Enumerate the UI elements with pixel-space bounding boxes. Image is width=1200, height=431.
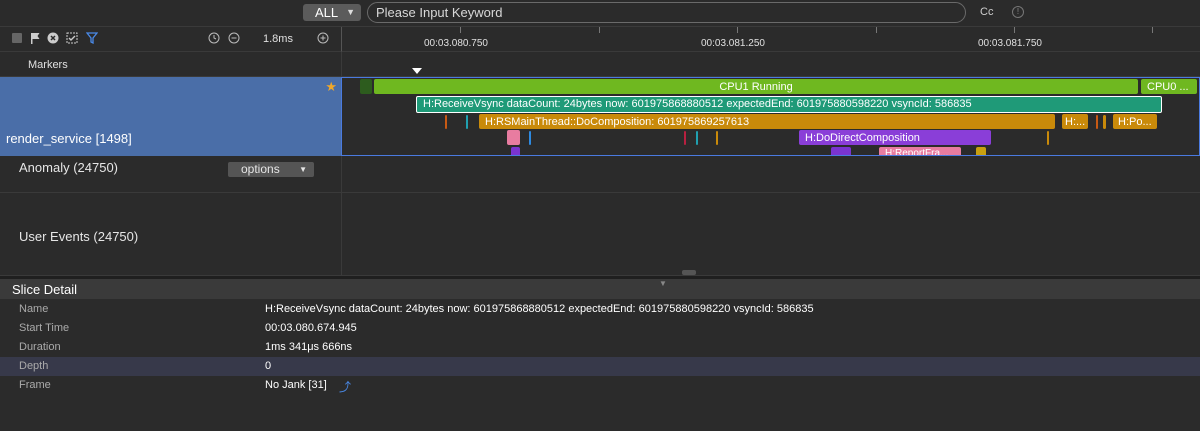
tiny-slice[interactable]	[1047, 131, 1049, 145]
detail-key: Frame	[19, 379, 51, 391]
ruler-tick	[737, 27, 738, 33]
tiny-slice[interactable]	[684, 131, 686, 145]
checkbox-icon[interactable]	[11, 32, 23, 44]
zoom-level: 1.8ms	[263, 33, 293, 45]
options-dropdown-label: options	[241, 162, 280, 176]
close-circle-icon[interactable]	[47, 32, 59, 44]
purple-slice[interactable]	[831, 147, 851, 155]
short-h-po-slice[interactable]: H:Po...	[1113, 114, 1157, 129]
process-track-area[interactable]: CPU1 Running CPU0 ... H:ReceiveVsync dat…	[341, 77, 1200, 156]
anomaly-row[interactable]: Anomaly (24750) options ▼	[0, 156, 1200, 193]
divider	[341, 193, 342, 275]
search-input[interactable]	[367, 2, 966, 23]
detail-value: 00:03.080.674.945	[265, 322, 357, 334]
star-icon[interactable]: ★	[325, 79, 337, 95]
frame-link[interactable]: No Jank [31]	[265, 379, 327, 391]
short-h-slice[interactable]: H:...	[1062, 114, 1088, 129]
detail-row-depth: Depth 0	[0, 357, 1200, 376]
detail-value: 0	[265, 360, 272, 372]
filter-select[interactable]: ALL ▼	[303, 4, 361, 21]
caret-down-icon: ▼	[299, 165, 307, 174]
tiny-slice[interactable]	[466, 115, 468, 129]
user-events-row[interactable]: User Events (24750)	[0, 193, 1200, 276]
detail-key: Depth	[19, 360, 49, 372]
ruler-tick	[460, 27, 461, 33]
pink-slice[interactable]	[507, 130, 520, 145]
divider	[341, 156, 342, 192]
flag-icon[interactable]	[29, 32, 41, 44]
tiny-slice[interactable]	[445, 115, 447, 129]
ruler-tick-label: 00:03.081.250	[701, 38, 765, 49]
tiny-slice[interactable]	[529, 131, 531, 145]
ruler-tick-label: 00:03.080.750	[424, 38, 488, 49]
time-ruler[interactable]: 00:03.080.750 00:03.081.250 00:03.081.75…	[341, 27, 1200, 52]
receive-vsync-slice[interactable]: H:ReceiveVsync dataCount: 24bytes now: 6…	[416, 96, 1162, 113]
detail-key: Start Time	[19, 322, 70, 334]
slice-detail-header: ▼ Slice Detail	[0, 279, 1200, 299]
case-sensitive-toggle[interactable]: Cc	[980, 6, 993, 18]
slice-detail-title: Slice Detail	[12, 282, 78, 297]
track-toolbar: 1.8ms	[0, 27, 341, 52]
marker-triangle-icon[interactable]	[412, 68, 422, 74]
process-track-name: render_service [1498]	[6, 131, 132, 146]
options-dropdown[interactable]: options ▼	[228, 162, 314, 177]
cpu-slice[interactable]	[360, 79, 372, 94]
process-track-header[interactable]: ★ render_service [1498]	[0, 77, 341, 156]
rs-main-thread-slice[interactable]: H:RSMainThread::DoComposition: 601975869…	[479, 114, 1055, 129]
filter-select-label: ALL	[315, 5, 339, 20]
ruler-tick	[1014, 27, 1015, 33]
tiny-slice[interactable]	[1096, 115, 1098, 129]
resize-handle[interactable]	[682, 270, 696, 275]
markers-row[interactable]: Markers	[0, 52, 1200, 77]
info-icon[interactable]: !	[1012, 6, 1024, 18]
zoom-in-icon[interactable]	[317, 32, 329, 44]
detail-row-start-time: Start Time 00:03.080.674.945	[0, 319, 1200, 338]
ruler-tick-label: 00:03.081.750	[978, 38, 1042, 49]
detail-row-name: Name H:ReceiveVsync dataCount: 24bytes n…	[0, 300, 1200, 319]
divider	[341, 52, 342, 76]
select-all-icon[interactable]	[66, 32, 78, 44]
detail-row-frame: Frame No Jank [31] ⤴	[0, 376, 1200, 395]
ruler-tick	[599, 27, 600, 33]
detail-value: H:ReceiveVsync dataCount: 24bytes now: 6…	[265, 303, 814, 315]
yellow-slice[interactable]	[976, 147, 986, 155]
ruler-tick	[876, 27, 877, 33]
jump-link-icon[interactable]: ⤴	[339, 378, 351, 395]
filter-icon[interactable]	[86, 32, 98, 44]
tiny-slice[interactable]	[1103, 115, 1106, 129]
tiny-slice[interactable]	[716, 131, 718, 145]
user-events-row-label: User Events (24750)	[19, 229, 139, 244]
zoom-out-icon[interactable]	[228, 32, 240, 44]
tiny-slice[interactable]	[696, 131, 698, 145]
caret-down-icon: ▼	[346, 7, 355, 17]
detail-key: Name	[19, 303, 49, 315]
cpu1-running-slice[interactable]: CPU1 Running	[374, 79, 1138, 94]
direct-composition-slice[interactable]: H:DoDirectComposition	[799, 130, 991, 145]
top-bar: ALL ▼ Cc !	[0, 0, 1200, 27]
history-icon[interactable]	[208, 32, 220, 44]
collapse-caret-icon[interactable]: ▼	[659, 279, 667, 288]
anomaly-row-label: Anomaly (24750)	[19, 160, 118, 175]
purple-slice[interactable]	[511, 147, 520, 155]
detail-key: Duration	[19, 341, 61, 353]
detail-row-duration: Duration 1ms 341μs 666ns	[0, 338, 1200, 357]
ruler-tick	[1152, 27, 1153, 33]
cpu0-running-slice[interactable]: CPU0 ...	[1141, 79, 1197, 94]
markers-label: Markers	[28, 59, 68, 71]
detail-value: 1ms 341μs 666ns	[265, 341, 353, 353]
report-frame-slice[interactable]: H:ReportFra...	[879, 147, 961, 155]
